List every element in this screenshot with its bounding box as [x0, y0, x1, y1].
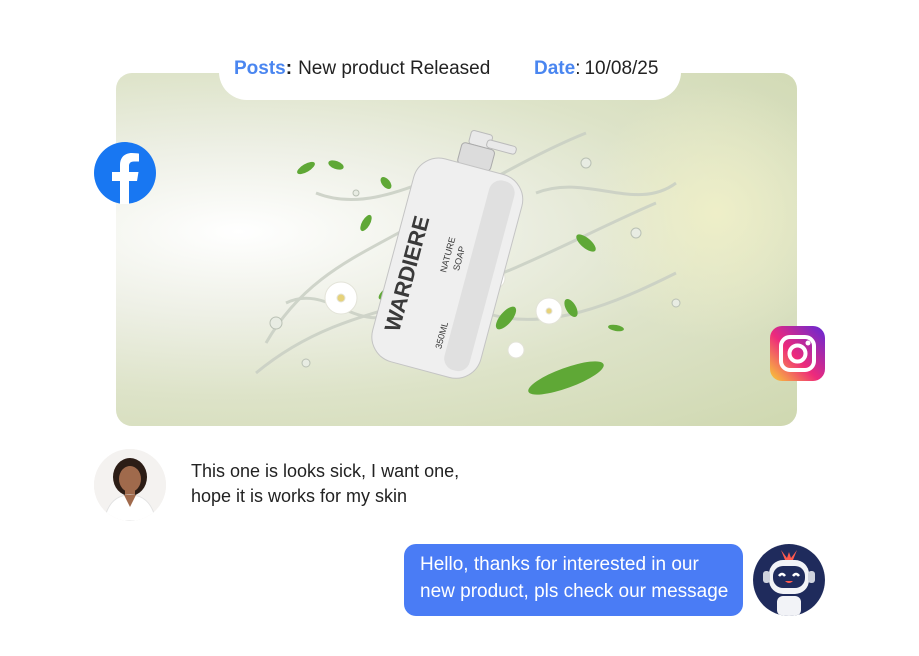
post-info-header: Posts: New product Released Date: 10/08/… [219, 38, 681, 100]
user-comment-line1: This one is looks sick, I want one, [191, 461, 460, 481]
user-comment-line2: hope it is works for my skin [191, 486, 408, 506]
date-colon: : [575, 58, 581, 79]
bot-reply-line2: new product, pls check our message [420, 581, 729, 602]
bot-reply-bubble: Hello, thanks for interested in our new … [404, 544, 743, 616]
posts-field: Posts: New product Released [234, 58, 490, 80]
date-label: Date [534, 58, 576, 79]
posts-colon: : [285, 58, 293, 79]
user-avatar[interactable] [94, 449, 166, 521]
user-avatar-portrait [94, 449, 166, 521]
posts-value: New product Released [298, 58, 491, 79]
robot-icon [753, 544, 825, 616]
product-illustration: WARDIERE NATURESOAP350ML [255, 130, 681, 395]
post-image[interactable]: WARDIERE NATURE SOAP 350ML [116, 73, 797, 426]
posts-label: Posts [234, 58, 286, 79]
facebook-icon[interactable] [94, 142, 156, 204]
bot-avatar[interactable] [753, 544, 825, 616]
date-field: Date: 10/08/25 [534, 58, 658, 80]
instagram-icon[interactable] [770, 326, 825, 381]
bot-reply-line1: Hello, thanks for interested in our [420, 554, 699, 575]
date-value: 10/08/25 [584, 58, 659, 79]
user-comment: This one is looks sick, I want one, hope… [191, 459, 521, 509]
